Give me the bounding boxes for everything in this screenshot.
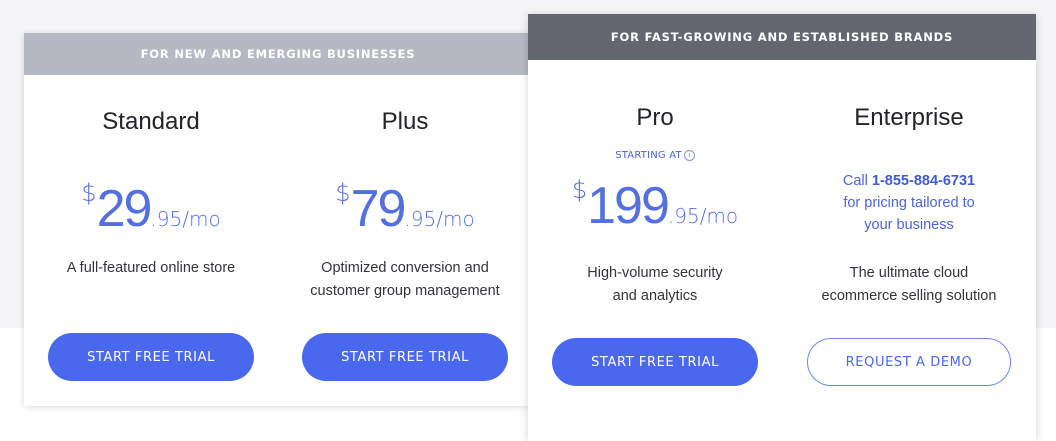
info-circle-icon[interactable]: i bbox=[683, 150, 695, 161]
plan-standard: Standard $29.95/mo A full-featured onlin… bbox=[24, 75, 278, 406]
price-pro: $199.95/mo bbox=[528, 176, 782, 236]
plan-name-pro: Pro bbox=[636, 104, 674, 131]
call-prefix: Call bbox=[842, 173, 868, 189]
start-free-trial-button-pro[interactable]: START FREE TRIAL bbox=[552, 338, 758, 386]
description-line: The ultimate cloud bbox=[849, 265, 969, 281]
plan-description-standard: A full-featured online store bbox=[24, 257, 278, 280]
description-line: Optimized conversion and bbox=[321, 260, 489, 276]
price-currency: $ bbox=[571, 176, 588, 204]
description-line: A full-featured online store bbox=[66, 260, 236, 276]
enterprise-call-info: Call 1-855-884-6731 for pricing tailored… bbox=[782, 170, 1036, 236]
price-cents: .95/mo bbox=[150, 207, 221, 231]
description-line: High-volume security bbox=[587, 265, 723, 281]
price-cents: .95/mo bbox=[404, 207, 475, 231]
start-free-trial-button-plus[interactable]: START FREE TRIAL bbox=[302, 333, 508, 381]
call-line-3: your business bbox=[864, 217, 954, 233]
starting-at-label: STARTING AT i bbox=[528, 150, 782, 161]
plan-description-enterprise: The ultimate cloud ecommerce selling sol… bbox=[782, 262, 1036, 308]
price-amount: 29 bbox=[96, 180, 153, 238]
plan-name-plus: Plus bbox=[381, 108, 429, 135]
price-currency: $ bbox=[335, 179, 351, 207]
price-plus: $79.95/mo bbox=[278, 179, 532, 239]
price-cents: .95/mo bbox=[667, 204, 739, 228]
group-header-established: FOR FAST-GROWING AND ESTABLISHED BRANDS bbox=[528, 14, 1036, 60]
plans-row: Pro STARTING AT i $199.95/mo High-volume … bbox=[528, 60, 1036, 441]
request-demo-button[interactable]: REQUEST A DEMO bbox=[807, 338, 1011, 386]
plan-pro: Pro STARTING AT i $199.95/mo High-volume … bbox=[528, 60, 782, 441]
plans-row: Standard $29.95/mo A full-featured onlin… bbox=[24, 75, 532, 406]
call-line-2: for pricing tailored to bbox=[843, 195, 975, 211]
description-line: ecommerce selling solution bbox=[821, 288, 997, 304]
call-line: Call 1-855-884-6731 bbox=[782, 170, 1036, 192]
pricing-group-established: FOR FAST-GROWING AND ESTABLISHED BRANDS … bbox=[528, 14, 1036, 441]
description-line: and analytics bbox=[612, 288, 698, 304]
plan-plus: Plus $79.95/mo Optimized conversion and … bbox=[278, 75, 532, 406]
phone-number-link[interactable]: 1-855-884-6731 bbox=[872, 173, 975, 189]
start-free-trial-button-standard[interactable]: START FREE TRIAL bbox=[48, 333, 254, 381]
price-amount: 79 bbox=[350, 180, 407, 238]
price-standard: $29.95/mo bbox=[24, 179, 278, 239]
description-line: customer group management bbox=[310, 283, 500, 299]
pricing-group-emerging: FOR NEW AND EMERGING BUSINESSES Standard… bbox=[24, 33, 532, 406]
plan-name-enterprise: Enterprise bbox=[854, 104, 964, 131]
starting-at-text: STARTING AT bbox=[615, 150, 682, 161]
price-amount: 199 bbox=[587, 177, 670, 235]
plan-enterprise: Enterprise Call 1-855-884-6731 for prici… bbox=[782, 60, 1036, 441]
price-currency: $ bbox=[81, 179, 97, 207]
plan-description-plus: Optimized conversion and customer group … bbox=[278, 257, 532, 303]
plan-name-standard: Standard bbox=[102, 108, 200, 135]
group-header-emerging: FOR NEW AND EMERGING BUSINESSES bbox=[24, 33, 532, 75]
plan-description-pro: High-volume security and analytics bbox=[528, 262, 782, 308]
